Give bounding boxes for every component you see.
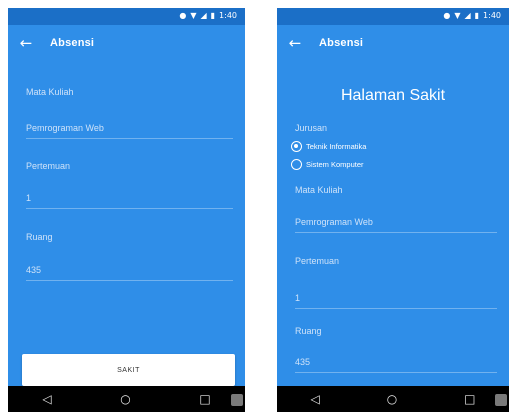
radio-teknik-informatika[interactable]: Teknik Informatika [291, 141, 366, 152]
app-bar-title: Absensi [319, 37, 364, 49]
pertemuan-field[interactable]: 1 [26, 189, 233, 209]
ruang-label: Ruang [295, 326, 322, 336]
phone-screen-right: ● ▼ ◢ ▮ 1:40 ← Absensi Halaman Sakit Jur… [277, 8, 509, 412]
page-heading: Halaman Sakit [340, 87, 446, 104]
app-bar-title: Absensi [50, 37, 95, 49]
radio-unchecked-icon[interactable] [291, 159, 302, 170]
nav-recents-icon[interactable]: □ [199, 392, 210, 406]
mata-kuliah-field[interactable]: Pemrograman Web [295, 213, 497, 233]
ruang-field[interactable]: 435 [295, 353, 497, 373]
form-content: Mata Kuliah Pemrograman Web Pertemuan 1 … [8, 61, 245, 386]
sakit-button[interactable]: SAKIT [22, 354, 235, 386]
mata-kuliah-field[interactable]: Pemrograman Web [26, 119, 233, 139]
app-bar: ← Absensi [8, 25, 245, 61]
jurusan-label: Jurusan [295, 123, 328, 133]
nav-back-icon[interactable]: ◁ [310, 392, 319, 406]
mata-kuliah-label: Mata Kuliah [295, 185, 343, 195]
pertemuan-label: Pertemuan [295, 256, 340, 266]
ruang-label: Ruang [26, 232, 53, 242]
pertemuan-label: Pertemuan [26, 161, 71, 171]
nav-home-icon[interactable]: ○ [387, 392, 397, 406]
signal-icon: ◢ [200, 11, 207, 20]
keyboard-icon [495, 394, 507, 406]
location-icon: ● [179, 11, 187, 20]
radio-label: Sistem Komputer [306, 160, 364, 169]
form-content: Halaman Sakit Jurusan Teknik Informatika… [277, 61, 509, 386]
status-bar: ● ▼ ◢ ▮ 1:40 [277, 8, 509, 25]
wifi-icon: ▼ [454, 11, 461, 20]
back-arrow-icon[interactable]: ← [283, 35, 307, 51]
navigation-bar: ◁ ○ □ [8, 386, 245, 412]
status-bar: ● ▼ ◢ ▮ 1:40 [8, 8, 245, 25]
nav-recents-icon[interactable]: □ [464, 392, 475, 406]
navigation-bar: ◁ ○ □ [277, 386, 509, 412]
radio-label: Teknik Informatika [306, 142, 367, 151]
wifi-icon: ▼ [190, 11, 197, 20]
back-arrow-icon[interactable]: ← [14, 35, 38, 51]
app-bar: ← Absensi [277, 25, 509, 61]
keyboard-icon [231, 394, 243, 406]
ruang-field[interactable]: 435 [26, 261, 233, 281]
radio-checked-icon[interactable] [291, 141, 302, 152]
nav-home-icon[interactable]: ○ [120, 392, 130, 406]
status-time: 1:40 [483, 11, 501, 20]
signal-icon: ◢ [464, 11, 471, 20]
battery-icon: ▮ [474, 11, 480, 20]
location-icon: ● [443, 11, 451, 20]
battery-icon: ▮ [210, 11, 216, 20]
mata-kuliah-label: Mata Kuliah [26, 87, 74, 97]
radio-sistem-komputer[interactable]: Sistem Komputer [291, 159, 364, 170]
nav-back-icon[interactable]: ◁ [42, 392, 51, 406]
phone-screen-left: ● ▼ ◢ ▮ 1:40 ← Absensi Mata Kuliah Pemro… [8, 8, 245, 412]
status-time: 1:40 [219, 11, 237, 20]
pertemuan-field[interactable]: 1 [295, 289, 497, 309]
